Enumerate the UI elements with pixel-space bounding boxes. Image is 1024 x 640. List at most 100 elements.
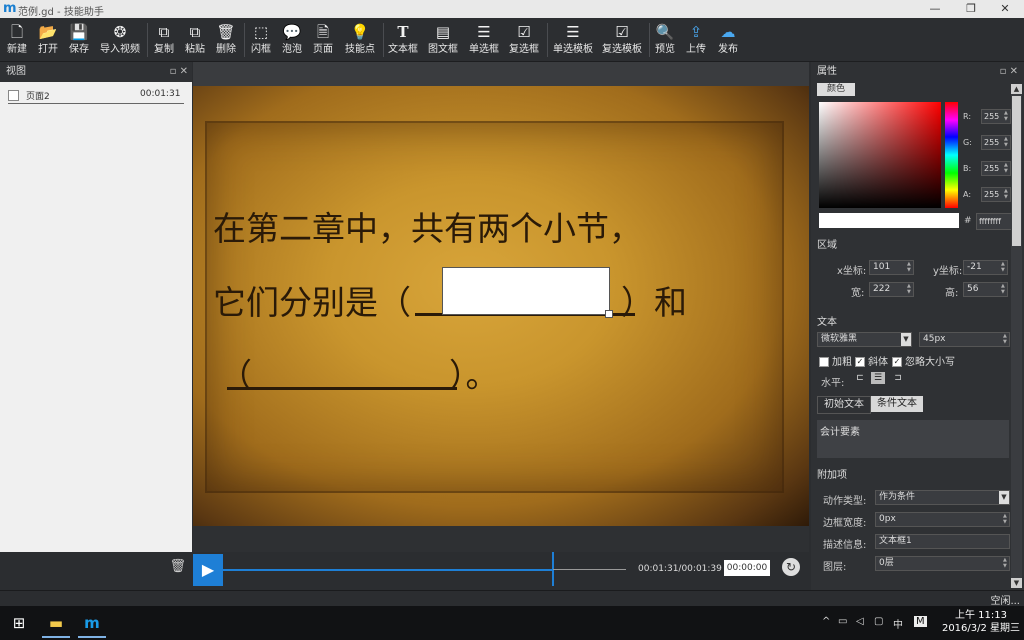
toolbar-radio-button[interactable]: ☰ 单选框	[467, 21, 501, 59]
layer-input[interactable]: 0层 ▲ ▼	[875, 556, 1010, 571]
reset-time-icon[interactable]: ↻	[782, 558, 800, 576]
tab-condition-text[interactable]: 条件文本	[871, 396, 923, 412]
toolbar-save-button[interactable]: 💾 保存	[64, 21, 94, 59]
color-tab[interactable]: 颜色	[817, 83, 855, 96]
timeline-progress-track[interactable]	[223, 569, 553, 571]
font-size-input[interactable]: 45px ▲ ▼	[919, 332, 1010, 347]
chevron-down-icon[interactable]: ▼	[901, 333, 911, 346]
font-family-select[interactable]: 微软雅黑 ▼	[817, 332, 912, 347]
action-type-select[interactable]: 作为条件 ▼	[875, 490, 1010, 505]
toolbar-preview-button[interactable]: 🔍 预览	[652, 21, 678, 59]
x-coordinate-input[interactable]: 101 ▲ ▼	[869, 260, 914, 275]
checkmark-icon[interactable]: ✓	[855, 357, 865, 367]
align-left-icon[interactable]: ⊏	[853, 372, 867, 384]
slide-text-line-3-end[interactable]: ）。	[449, 349, 499, 397]
page-checkbox[interactable]	[8, 90, 19, 101]
delete-page-icon[interactable]: 🗑	[169, 559, 186, 574]
toolbar-checkbox-template-button[interactable]: ☑ 复选模板	[600, 21, 644, 59]
toolbar-open-button[interactable]: 📂 打开	[33, 21, 63, 59]
restore-button[interactable]: ❐	[956, 1, 986, 17]
spinner-icon[interactable]: ▲ ▼	[1004, 110, 1010, 123]
spinner-icon[interactable]: ▲ ▼	[1003, 513, 1009, 526]
toolbar-skill-point-button[interactable]: 💡 技能点	[342, 21, 378, 59]
tray-expand-icon[interactable]: ^	[822, 616, 830, 627]
properties-scrollbar[interactable]: ▲ ▼	[1011, 84, 1022, 588]
spinner-icon[interactable]: ▲ ▼	[1004, 136, 1010, 149]
toolbar-publish-button[interactable]: ☁ 发布	[714, 21, 742, 59]
toolbar-paste-button[interactable]: ⧉ 粘贴	[181, 21, 209, 59]
blue-input[interactable]: 255 ▲ ▼	[981, 161, 1011, 176]
battery-icon[interactable]: ▭	[838, 616, 847, 627]
spinner-icon[interactable]: ▲ ▼	[1001, 283, 1007, 296]
message-icon[interactable]: ▢	[874, 616, 883, 627]
scrollbar-thumb[interactable]	[1012, 96, 1021, 246]
spinner-icon[interactable]: ▲ ▼	[1004, 162, 1010, 175]
toolbar-copy-button[interactable]: ⧉ 复制	[150, 21, 178, 59]
description-input[interactable]: 文本框1	[875, 534, 1010, 549]
slide-text-line-1[interactable]: 在第二章中，共有两个小节，	[213, 202, 642, 250]
toolbar-radio-template-button[interactable]: ☰ 单选模板	[551, 21, 595, 59]
green-input[interactable]: 255 ▲ ▼	[981, 135, 1011, 150]
pin-icon[interactable]: ▫	[1000, 66, 1007, 77]
current-time-input[interactable]: 00:00:00	[724, 560, 770, 576]
spinner-icon[interactable]: ▲ ▼	[1004, 188, 1010, 201]
toolbar-new-button[interactable]: 🗋 新建	[2, 21, 32, 59]
toolbar-delete-button[interactable]: 🗑 删除	[212, 21, 240, 59]
toolbar-page-button[interactable]: 🗎 页面	[309, 21, 337, 59]
chevron-down-icon[interactable]: ▼	[999, 491, 1009, 504]
slide-text-line-2-start[interactable]: 它们分别是（	[213, 276, 411, 324]
close-icon[interactable]: ✕	[180, 66, 188, 77]
align-right-icon[interactable]: ⊐	[891, 372, 905, 384]
italic-checkbox[interactable]: ✓ 斜体	[855, 353, 888, 368]
toolbar-import-video-button[interactable]: ❂ 导入视频	[98, 21, 142, 59]
timeline-remaining-track[interactable]	[553, 569, 626, 570]
spinner-icon[interactable]: ▲ ▼	[1001, 261, 1007, 274]
slide-canvas[interactable]: 在第二章中，共有两个小节， 它们分别是（ ）和 （ ）。	[193, 86, 809, 526]
alpha-input[interactable]: 255 ▲ ▼	[981, 187, 1011, 202]
windows-start-icon[interactable]: ⊞	[8, 610, 30, 636]
checkbox-unchecked[interactable]	[819, 357, 829, 367]
color-hue-slider[interactable]	[945, 102, 958, 208]
toolbar-bubble-button[interactable]: 💬 泡泡	[278, 21, 306, 59]
ime-indicator[interactable]: 中	[893, 616, 903, 631]
toolbar-upload-button[interactable]: ⇪ 上传	[683, 21, 709, 59]
pin-icon[interactable]: ▫	[170, 66, 177, 77]
properties-header: 属性 ▫ ✕	[811, 62, 1024, 82]
color-saturation-picker[interactable]	[819, 102, 941, 208]
close-button[interactable]: ✕	[990, 1, 1020, 17]
width-input[interactable]: 222 ▲ ▼	[869, 282, 914, 297]
toolbar-flash-frame-button[interactable]: ⬚ 闪框	[247, 21, 275, 59]
answer-text-box-selected[interactable]	[442, 267, 613, 318]
skill-assistant-app-icon[interactable]: m	[78, 610, 106, 638]
scroll-up-icon[interactable]: ▲	[1011, 84, 1022, 94]
toolbar-image-text-button[interactable]: ▤ 图文框	[426, 21, 460, 59]
tab-initial-text[interactable]: 初始文本	[817, 396, 871, 414]
file-explorer-icon[interactable]: ▬	[42, 610, 70, 638]
spinner-icon[interactable]: ▲ ▼	[1003, 333, 1009, 346]
page-list-item[interactable]: 页面2 00:01:31	[0, 89, 186, 104]
bold-checkbox[interactable]: 加粗	[819, 353, 852, 368]
slide-text-line-2-end[interactable]: ）和	[621, 276, 687, 324]
border-width-input[interactable]: 0px ▲ ▼	[875, 512, 1010, 527]
condition-text-area[interactable]: 会计要素	[817, 420, 1009, 458]
y-coordinate-input[interactable]: -21 ▲ ▼	[963, 260, 1008, 275]
align-center-icon[interactable]: ☰	[871, 372, 885, 384]
height-input[interactable]: 56 ▲ ▼	[963, 282, 1008, 297]
hex-color-input[interactable]: ffffffff	[976, 213, 1016, 230]
ime-mode-icon[interactable]: M	[914, 616, 927, 627]
scroll-down-icon[interactable]: ▼	[1011, 578, 1022, 588]
toolbar-checkbox-button[interactable]: ☑ 复选框	[507, 21, 541, 59]
resize-handle[interactable]	[605, 310, 613, 318]
minimize-button[interactable]: —	[920, 1, 950, 17]
play-button[interactable]: ▶	[193, 554, 223, 586]
volume-icon[interactable]: ◁	[856, 616, 864, 627]
red-input[interactable]: 255 ▲ ▼	[981, 109, 1011, 124]
system-clock[interactable]: 上午 11:13 2016/3/2 星期三	[938, 609, 1024, 635]
toolbar-text-box-button[interactable]: T 文本框	[386, 21, 420, 59]
close-icon[interactable]: ✕	[1010, 66, 1018, 77]
ignore-case-checkbox[interactable]: ✓ 忽略大小写	[892, 353, 955, 368]
spinner-icon[interactable]: ▲ ▼	[907, 283, 913, 296]
spinner-icon[interactable]: ▲ ▼	[907, 261, 913, 274]
spinner-icon[interactable]: ▲ ▼	[1003, 557, 1009, 570]
checkmark-icon[interactable]: ✓	[892, 357, 902, 367]
